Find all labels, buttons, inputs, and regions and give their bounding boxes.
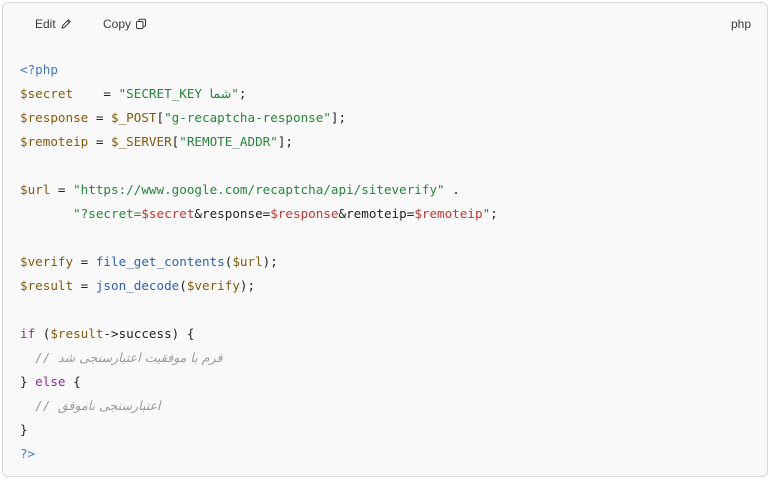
var-remoteip: $remoteip bbox=[20, 134, 89, 149]
string-query-end: " bbox=[482, 206, 491, 221]
php-open-tag: <?php bbox=[20, 62, 58, 77]
string-siteverify-url: "https://www.google.com/recaptcha/api/si… bbox=[73, 182, 445, 197]
string-secret-key-quote: " bbox=[231, 86, 239, 101]
string-query-start: "?secret= bbox=[73, 206, 142, 221]
code-line-16: } bbox=[20, 422, 28, 437]
code-toolbar: Edit Copy php bbox=[3, 3, 767, 41]
comment-fail-text: اعتبارسنجی ناموفق bbox=[57, 398, 161, 413]
keyword-if: if bbox=[20, 326, 36, 341]
var-response: $response bbox=[20, 110, 89, 125]
code-line-2: $secret = "SECRET_KEY شما"; bbox=[20, 86, 247, 101]
language-label: php bbox=[730, 17, 751, 31]
code-line-15: // اعتبارسنجی ناموفق bbox=[20, 398, 160, 413]
keyword-else: else bbox=[35, 374, 66, 389]
comment-fail: // اعتبارسنجی ناموفق bbox=[35, 398, 160, 413]
code-content[interactable]: <?php $secret = "SECRET_KEY شما"; $respo… bbox=[20, 58, 498, 466]
var-result: $result bbox=[20, 278, 74, 293]
copy-icon bbox=[135, 18, 147, 30]
copy-button[interactable]: Copy bbox=[101, 15, 149, 33]
prop-success: success bbox=[118, 326, 172, 341]
code-line-4: $remoteip = $_SERVER["REMOTE_ADDR"]; bbox=[20, 134, 294, 149]
pencil-icon bbox=[60, 18, 72, 30]
code-line-14: } else { bbox=[20, 374, 81, 389]
var-post: $_POST bbox=[111, 110, 157, 125]
code-line-17: ?> bbox=[20, 446, 35, 461]
comment-slashes: // bbox=[35, 350, 58, 365]
var-url: $url bbox=[20, 182, 51, 197]
interp-secret: $secret bbox=[141, 206, 195, 221]
code-line-12: if ($result->success) { bbox=[20, 326, 195, 341]
code-block: Edit Copy php <?php $secret = "SECRET_KE… bbox=[2, 2, 768, 477]
var-verify-arg: $verify bbox=[186, 278, 240, 293]
var-secret: $secret bbox=[20, 86, 74, 101]
code-line-13: // فرم با موفقیت اعتبارسنجی شد bbox=[20, 350, 222, 365]
code-line-9: $verify = file_get_contents($url); bbox=[20, 254, 278, 269]
var-url-arg: $url bbox=[232, 254, 263, 269]
string-secret-key: "SECRET_KEY شما" bbox=[119, 86, 239, 101]
var-server: $_SERVER bbox=[111, 134, 172, 149]
code-line-3: $response = $_POST["g-recaptcha-response… bbox=[20, 110, 347, 125]
code-line-7: "?secret=$secret&response=$response&remo… bbox=[73, 206, 498, 221]
string-secret-key-farsi: شما bbox=[209, 86, 232, 101]
string-amp-response: &response= bbox=[194, 206, 271, 221]
code-line-10: $result = json_decode($verify); bbox=[20, 278, 256, 293]
copy-button-label: Copy bbox=[103, 17, 132, 31]
code-line-1: <?php bbox=[20, 62, 58, 77]
string-remote-addr: "REMOTE_ADDR" bbox=[179, 134, 278, 149]
string-amp-remoteip: &remoteip= bbox=[338, 206, 415, 221]
string-recaptcha-response: "g-recaptcha-response" bbox=[164, 110, 331, 125]
edit-button-label: Edit bbox=[35, 17, 56, 31]
php-close-tag: ?> bbox=[20, 446, 36, 461]
interp-remoteip: $remoteip bbox=[414, 206, 483, 221]
fn-file-get-contents: file_get_contents bbox=[95, 254, 225, 269]
comment-success: // فرم با موفقیت اعتبارسنجی شد bbox=[35, 350, 222, 365]
string-secret-key-part: "SECRET_KEY bbox=[118, 86, 210, 101]
var-result-cond: $result bbox=[50, 326, 104, 341]
interp-response: $response bbox=[270, 206, 339, 221]
comment-slashes: // bbox=[35, 398, 58, 413]
comment-success-text: فرم با موفقیت اعتبارسنجی شد bbox=[57, 350, 223, 365]
var-verify: $verify bbox=[20, 254, 74, 269]
fn-json-decode: json_decode bbox=[95, 278, 180, 293]
edit-button[interactable]: Edit bbox=[33, 15, 74, 33]
code-line-6: $url = "https://www.google.com/recaptcha… bbox=[20, 182, 460, 197]
